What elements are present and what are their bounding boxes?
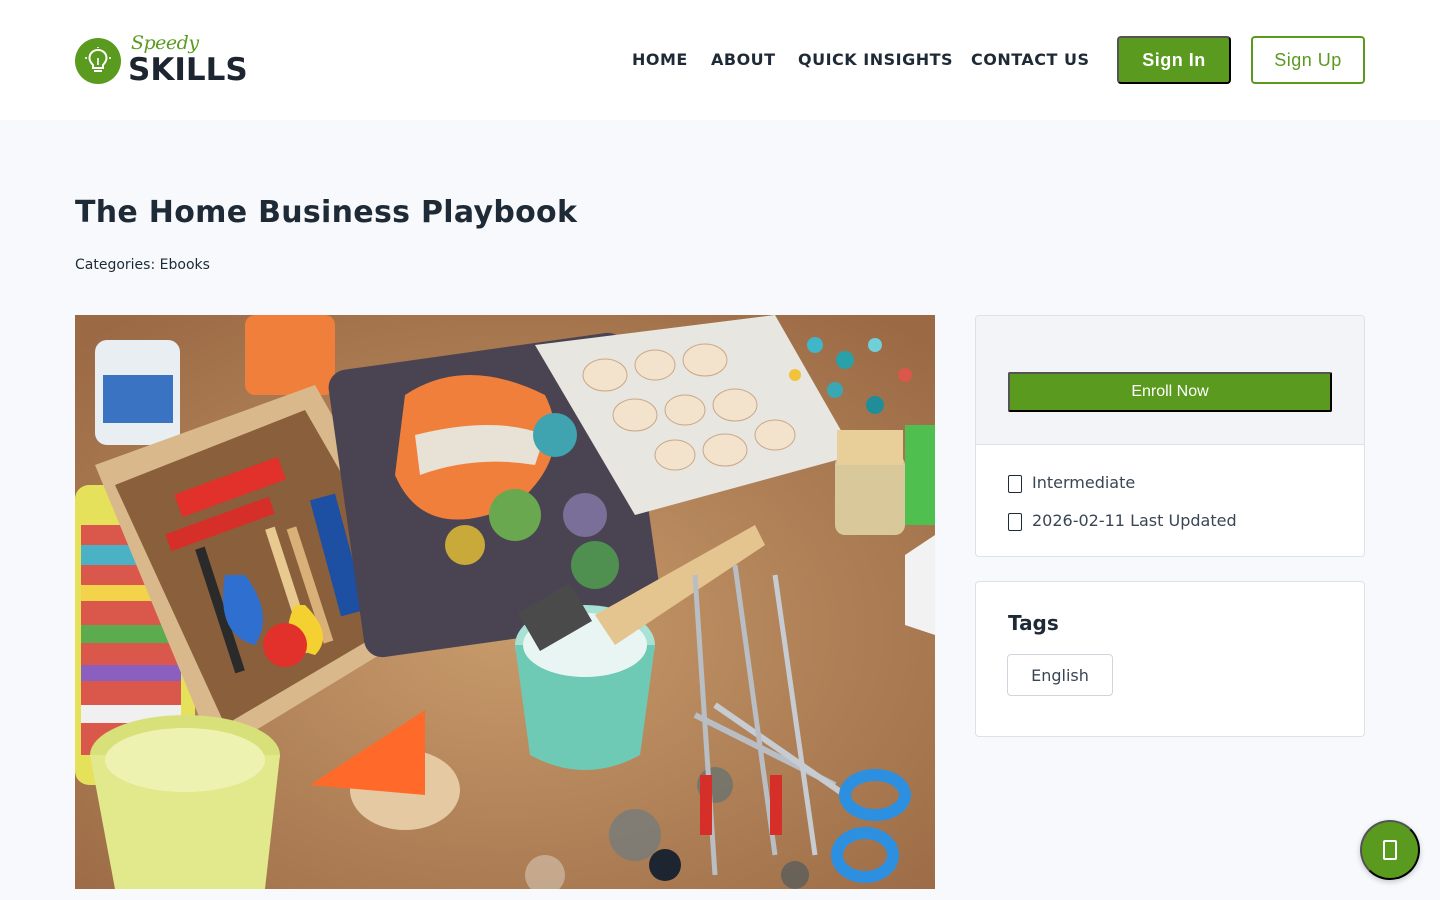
calendar-icon — [1008, 513, 1022, 531]
site-header: Speedy SKILLS HOME ABOUT QUICK INSIGHTS … — [0, 0, 1440, 120]
brand-wordmark: SKILLS — [128, 52, 248, 88]
sign-up-button[interactable]: Sign Up — [1251, 36, 1365, 84]
enroll-card-header: Enroll Now — [976, 316, 1364, 445]
nav-quick-insights[interactable]: QUICK INSIGHTS — [798, 49, 953, 71]
updated-date: 2026-02-11 — [1032, 510, 1125, 530]
course-last-updated: 2026-02-11 Last Updated — [1008, 509, 1237, 531]
nav-home[interactable]: HOME — [632, 49, 688, 71]
level-icon — [1008, 475, 1022, 493]
chat-icon — [1383, 840, 1397, 860]
course-level-text: Intermediate — [1032, 472, 1136, 492]
craft-table-illustration — [75, 315, 935, 889]
nav-about[interactable]: ABOUT — [711, 49, 776, 71]
lightbulb-icon — [75, 38, 121, 84]
enroll-now-button[interactable]: Enroll Now — [1008, 372, 1332, 412]
nav-contact-us[interactable]: CONTACT US — [971, 49, 1090, 71]
tag-english[interactable]: English — [1007, 654, 1113, 696]
course-featured-image — [75, 315, 935, 889]
updated-label: Last Updated — [1130, 510, 1237, 530]
enroll-card: Enroll Now Intermediate 2026-02-11 Last … — [975, 315, 1365, 557]
page-title: The Home Business Playbook — [75, 195, 578, 230]
course-level: Intermediate — [1008, 471, 1135, 493]
brand-script: Speedy — [131, 32, 199, 54]
tags-title: Tags — [1008, 611, 1059, 635]
sign-in-button[interactable]: Sign In — [1117, 36, 1231, 84]
categories-label: Categories: — [75, 257, 156, 273]
tags-card: Tags English — [975, 581, 1365, 737]
course-categories: Categories: Ebooks — [75, 257, 210, 273]
brand-logo[interactable]: Speedy SKILLS — [75, 32, 248, 88]
chat-button[interactable] — [1360, 820, 1420, 880]
category-link[interactable]: Ebooks — [160, 257, 210, 273]
